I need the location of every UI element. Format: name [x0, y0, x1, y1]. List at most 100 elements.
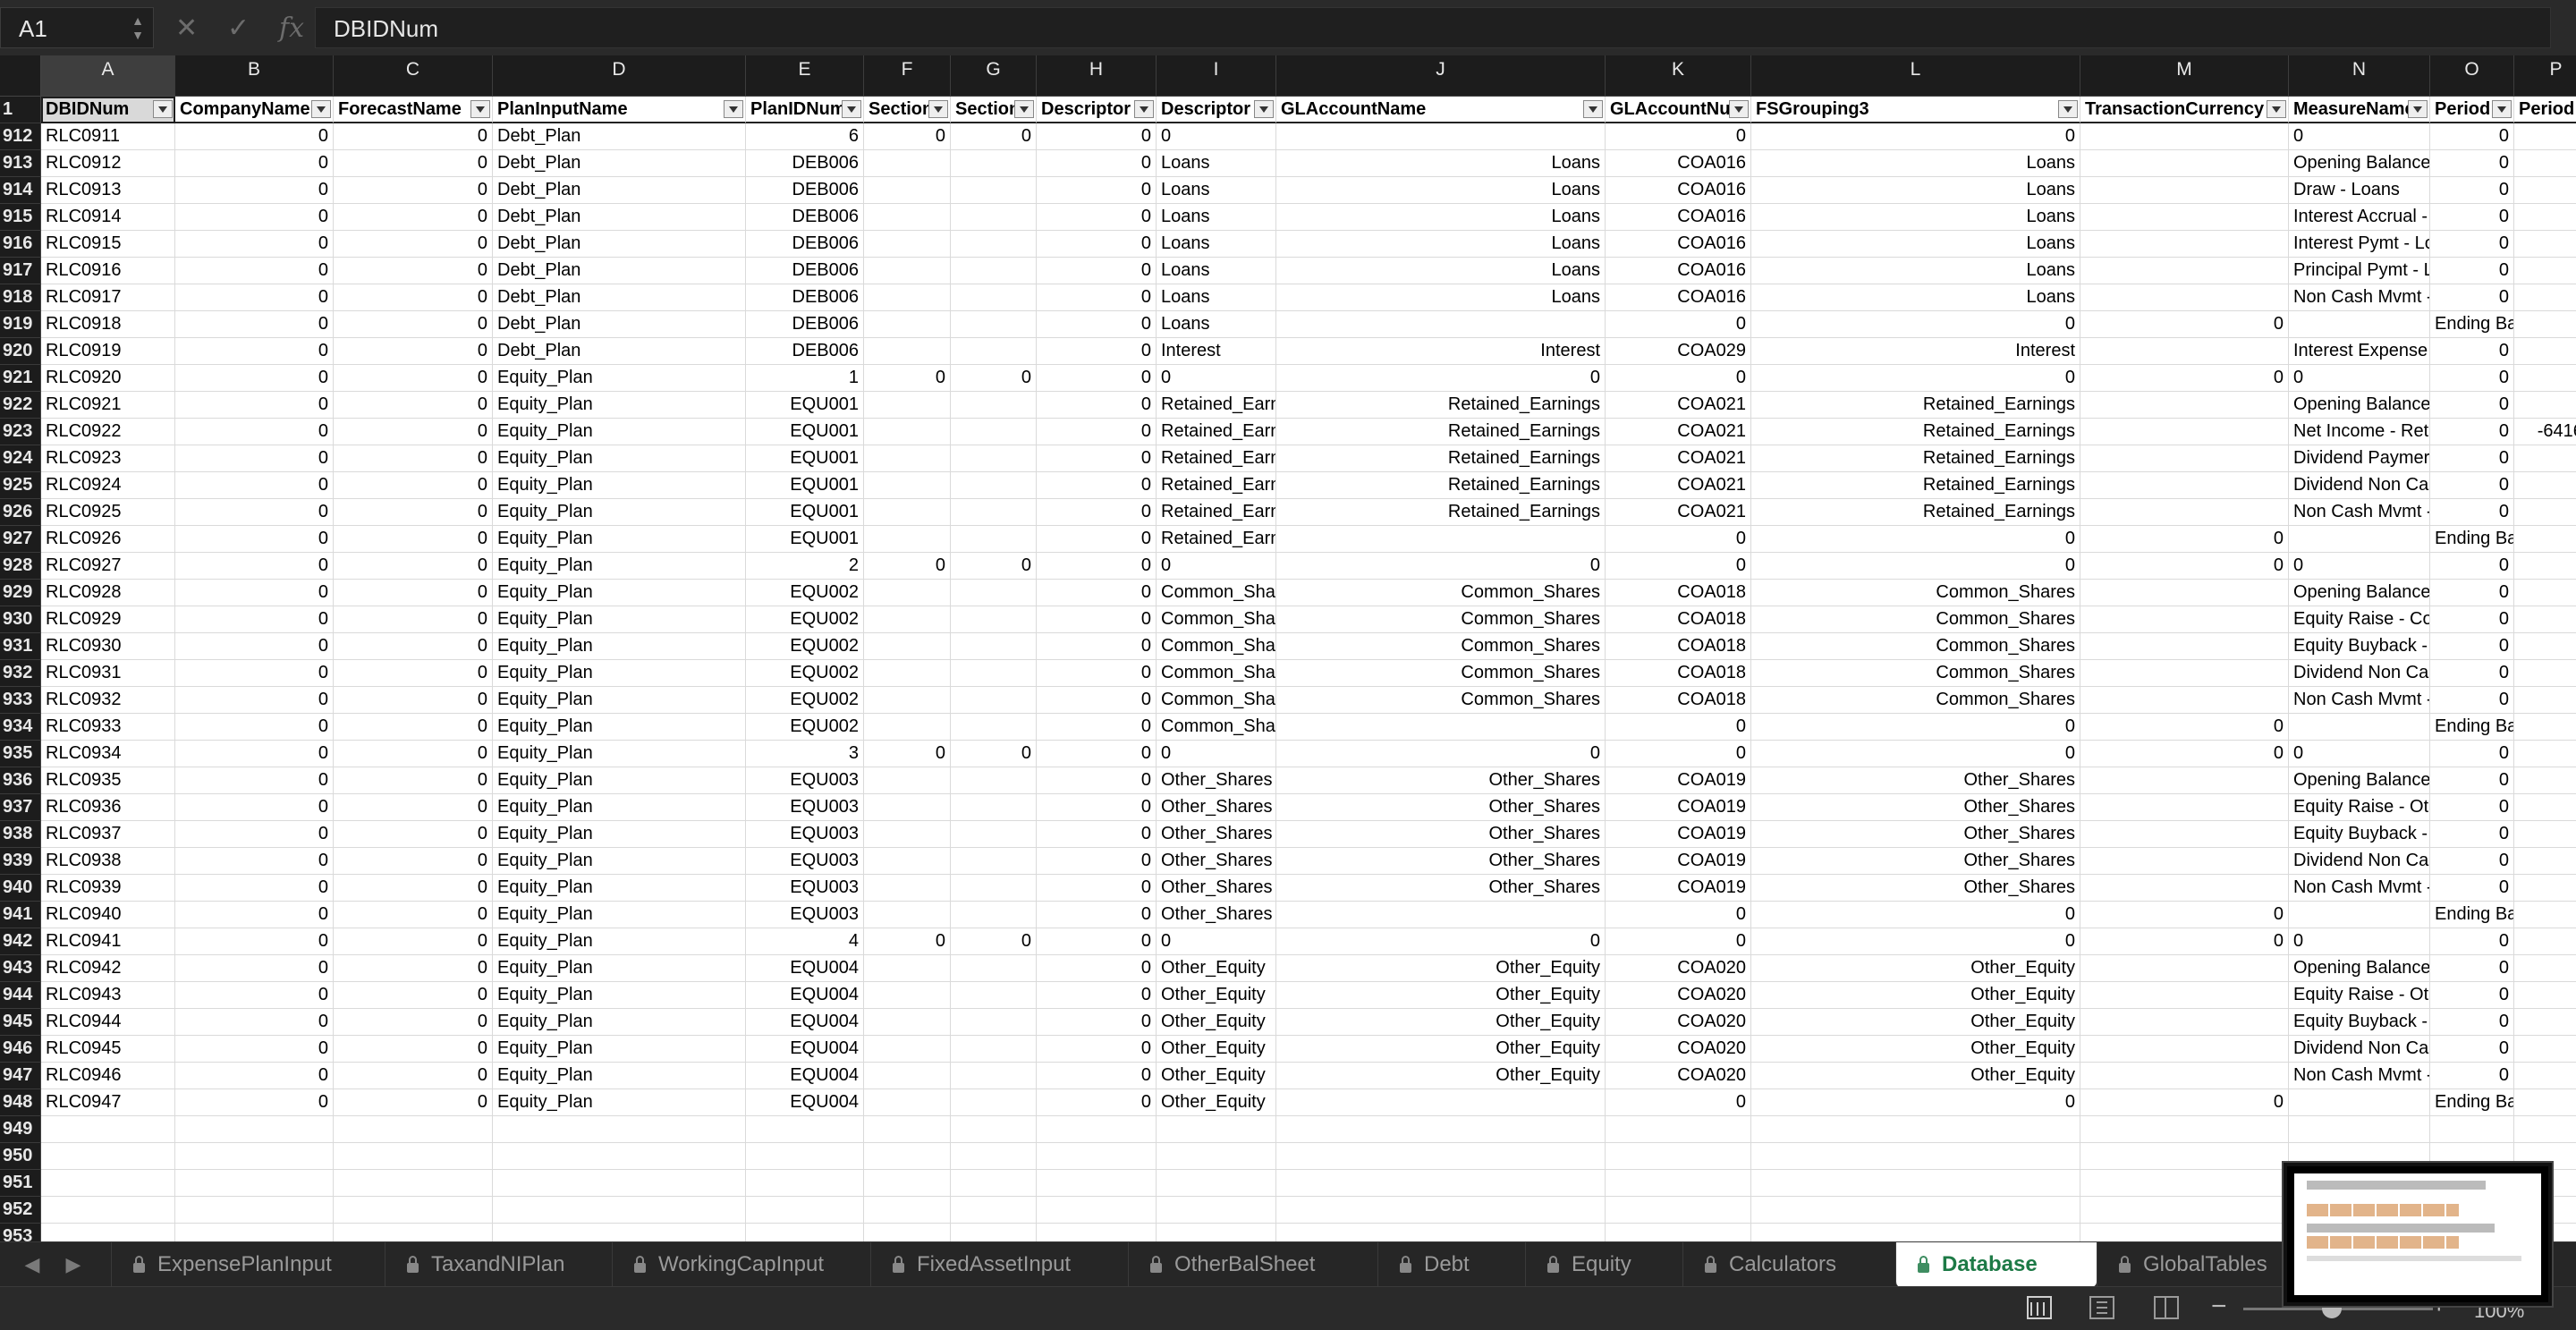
table-cell[interactable] — [2080, 123, 2289, 150]
table-cell[interactable]: 0 — [864, 553, 951, 580]
table-cell[interactable] — [864, 258, 951, 284]
row-header[interactable]: 942 — [0, 928, 41, 955]
table-cell[interactable]: Other_Shares — [1276, 767, 1606, 794]
row-header[interactable]: 928 — [0, 553, 41, 580]
row-header[interactable]: 945 — [0, 1009, 41, 1036]
table-cell[interactable]: RLC0919 — [41, 338, 175, 365]
table-cell[interactable]: Ending Balance - — [2430, 902, 2514, 928]
table-cell[interactable]: RLC0928 — [41, 580, 175, 606]
row-header[interactable]: 938 — [0, 821, 41, 848]
row-header[interactable]: 948 — [0, 1089, 41, 1116]
table-cell[interactable] — [2080, 499, 2289, 526]
table-cell[interactable]: 0 — [2289, 741, 2430, 767]
table-cell[interactable]: Retained_Earn — [1157, 499, 1276, 526]
table-cell[interactable]: 0 — [334, 553, 493, 580]
table-cell[interactable]: 0 — [1037, 419, 1157, 445]
table-cell[interactable]: 0 — [175, 982, 334, 1009]
table-cell[interactable] — [951, 902, 1037, 928]
table-cell[interactable]: Other_Shares — [1751, 848, 2080, 875]
table-cell[interactable] — [746, 1143, 864, 1170]
name-box[interactable]: A1 ▲ ▼ — [0, 7, 154, 48]
table-cell[interactable]: 0 — [864, 928, 951, 955]
table-cell[interactable] — [2080, 767, 2289, 794]
table-cell[interactable]: 0 — [1037, 982, 1157, 1009]
table-cell[interactable]: 0 — [334, 177, 493, 204]
table-cell[interactable]: COA021 — [1606, 499, 1751, 526]
sheet-tab-taxandniplan[interactable]: TaxandNIPlan — [385, 1242, 612, 1287]
table-cell[interactable]: Loans — [1157, 231, 1276, 258]
table-cell[interactable]: 0 — [2514, 875, 2576, 902]
table-cell[interactable]: Equity_Plan — [493, 955, 746, 982]
table-cell[interactable]: EQU004 — [746, 955, 864, 982]
table-cell[interactable]: 0 — [175, 553, 334, 580]
table-cell[interactable]: 0 — [334, 204, 493, 231]
table-cell[interactable]: Non Cash Mvmt - — [2289, 284, 2430, 311]
table-cell[interactable] — [2080, 258, 2289, 284]
table-cell[interactable]: RLC0916 — [41, 258, 175, 284]
zoom-out-button[interactable]: − — [2211, 1291, 2227, 1323]
table-cell[interactable]: 0 — [334, 123, 493, 150]
table-cell[interactable]: EQU001 — [746, 445, 864, 472]
table-cell[interactable]: 0 — [334, 338, 493, 365]
checkmark-icon[interactable]: ✓ — [227, 9, 250, 48]
table-cell[interactable] — [2080, 392, 2289, 419]
filter-dropdown-icon[interactable] — [724, 100, 743, 118]
row-header[interactable]: 925 — [0, 472, 41, 499]
row-header[interactable]: 943 — [0, 955, 41, 982]
table-cell[interactable] — [2080, 1197, 2289, 1224]
table-cell[interactable]: EQU003 — [746, 794, 864, 821]
table-cell[interactable] — [864, 687, 951, 714]
table-cell[interactable] — [746, 1224, 864, 1241]
table-cell[interactable]: Debt_Plan — [493, 177, 746, 204]
table-cell[interactable]: 0 — [175, 687, 334, 714]
table-cell[interactable]: Other_Equity — [1157, 1009, 1276, 1036]
table-cell[interactable] — [2080, 1063, 2289, 1089]
table-cell[interactable]: 0 — [2514, 580, 2576, 606]
table-cell[interactable]: 0 — [951, 741, 1037, 767]
table-cell[interactable]: 0 — [2430, 1009, 2514, 1036]
table-cell[interactable]: Common_Shares — [1751, 660, 2080, 687]
table-cell[interactable]: COA016 — [1606, 150, 1751, 177]
table-cell[interactable]: 0 — [2514, 982, 2576, 1009]
table-cell[interactable]: Other_Shares — [1157, 794, 1276, 821]
table-cell[interactable]: Other_Shares — [1751, 875, 2080, 902]
table-cell[interactable]: RLC0942 — [41, 955, 175, 982]
table-cell[interactable]: 0 — [2289, 123, 2430, 150]
table-cell[interactable]: Equity_Plan — [493, 875, 746, 902]
table-cell[interactable]: Debt_Plan — [493, 123, 746, 150]
table-cell[interactable]: 0 — [1037, 1009, 1157, 1036]
table-cell[interactable] — [1037, 1224, 1157, 1241]
table-header-cell[interactable]: TransactionCurrency — [2080, 97, 2289, 123]
table-cell[interactable]: Other_Equity — [1276, 1036, 1606, 1063]
table-cell[interactable]: COA016 — [1606, 284, 1751, 311]
table-cell[interactable]: Retained_Earnings — [1276, 419, 1606, 445]
table-cell[interactable]: 0 — [175, 902, 334, 928]
table-cell[interactable]: Loans — [1276, 177, 1606, 204]
chevron-left-icon[interactable]: ◀ — [16, 1242, 48, 1287]
table-cell[interactable]: 0 — [1037, 875, 1157, 902]
table-cell[interactable]: 0 — [2514, 660, 2576, 687]
table-cell[interactable]: EQU002 — [746, 580, 864, 606]
table-cell[interactable] — [864, 633, 951, 660]
column-header[interactable]: N — [2289, 55, 2430, 97]
table-cell[interactable]: Other_Shares — [1276, 821, 1606, 848]
table-cell[interactable] — [2080, 1116, 2289, 1143]
table-cell[interactable]: Other_Equity — [1276, 955, 1606, 982]
table-cell[interactable]: Other_Equity — [1751, 955, 2080, 982]
column-header[interactable]: P — [2514, 55, 2576, 97]
table-cell[interactable]: 0 — [175, 365, 334, 392]
table-cell[interactable]: 0 — [175, 284, 334, 311]
table-cell[interactable]: Retained_Earnings — [1276, 392, 1606, 419]
table-cell[interactable] — [2080, 1036, 2289, 1063]
table-cell[interactable]: Ending Balance - — [2430, 311, 2514, 338]
table-cell[interactable] — [951, 606, 1037, 633]
table-cell[interactable]: 0 — [2514, 177, 2576, 204]
table-cell[interactable] — [864, 150, 951, 177]
table-cell[interactable]: 0 — [334, 258, 493, 284]
table-cell[interactable] — [2289, 1089, 2430, 1116]
table-cell[interactable]: 0 — [2514, 687, 2576, 714]
table-cell[interactable]: COA019 — [1606, 875, 1751, 902]
table-cell[interactable]: 0 — [175, 1009, 334, 1036]
table-cell[interactable]: 2 — [746, 553, 864, 580]
row-header[interactable]: 927 — [0, 526, 41, 553]
